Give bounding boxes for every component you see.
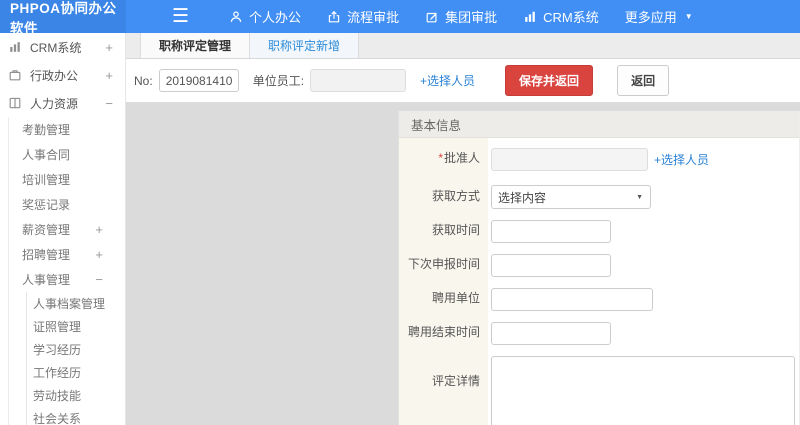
sidebar-item-hr-contract[interactable]: 人事合同	[9, 142, 125, 167]
sidebar-item-rewards[interactable]: 奖惩记录	[9, 192, 125, 217]
employee-input[interactable]	[310, 69, 407, 92]
approver-label: * 批准人	[399, 138, 488, 179]
user-icon	[229, 10, 243, 24]
tab-title-evaluation-management[interactable]: 职称评定管理	[140, 33, 251, 58]
sidebar-item-crm[interactable]: CRM系统 +	[0, 33, 125, 61]
expand-icon[interactable]: +	[95, 247, 103, 262]
collapse-icon[interactable]: −	[105, 96, 113, 111]
evaluation-details-label: 评定详情	[399, 350, 488, 425]
book-icon	[8, 95, 24, 111]
sidebar-item-salary[interactable]: 薪资管理 +	[9, 217, 125, 242]
acquire-method-select[interactable]: 选择内容 ▼	[491, 185, 651, 209]
top-header: PHPOA协同办公软件 ☰ 个人办公 流程审批 集团审批 CRM系统 更多应用 …	[0, 0, 800, 36]
content-background: 基本信息 * 批准人 +选择人员 获取方式 选择内容 ▼ 获取时间 下次申报时间…	[126, 103, 800, 425]
save-and-return-button[interactable]: 保存并返回	[505, 65, 594, 96]
return-button[interactable]: 返回	[617, 65, 670, 96]
sidebar-item-personnel-files[interactable]: 人事档案管理	[27, 292, 125, 315]
evaluation-details-textarea[interactable]	[491, 356, 795, 425]
bar-chart-icon	[523, 10, 537, 24]
no-label: No:	[134, 73, 153, 88]
nav-personal-office[interactable]: 个人办公	[229, 7, 301, 26]
sidebar-item-education[interactable]: 学习经历	[27, 338, 125, 361]
expand-icon[interactable]: +	[105, 68, 113, 83]
form-row-acquire-time: 获取时间	[399, 214, 799, 248]
expand-icon[interactable]: +	[105, 40, 113, 55]
edit-icon	[425, 10, 439, 24]
sidebar-item-attendance[interactable]: 考勤管理	[9, 117, 125, 142]
section-title: 基本信息	[399, 111, 799, 138]
main-area: 职称评定管理 职称评定新增 No: 单位员工: +选择人员 保存并返回 返回 基…	[126, 33, 800, 425]
caret-down-icon: ▼	[684, 11, 693, 21]
employer-label: 聘用单位	[399, 282, 488, 316]
sidebar-item-certificates[interactable]: 证照管理	[27, 315, 125, 338]
nav-group-approval[interactable]: 集团审批	[425, 7, 497, 26]
employee-label: 单位员工:	[252, 74, 305, 88]
basic-info-panel: 基本信息 * 批准人 +选择人员 获取方式 选择内容 ▼ 获取时间 下次申报时间…	[398, 111, 800, 425]
nav-more-apps[interactable]: 更多应用 ▼	[625, 7, 693, 26]
nav-crm-system[interactable]: CRM系统	[523, 7, 599, 26]
expand-icon[interactable]: +	[95, 222, 103, 237]
form-row-next-declare-time: 下次申报时间	[399, 248, 799, 282]
sidebar-item-work-experience[interactable]: 工作经历	[27, 361, 125, 384]
collapse-icon[interactable]: −	[95, 272, 103, 287]
app-window: PHPOA协同办公软件 ☰ 个人办公 流程审批 集团审批 CRM系统 更多应用 …	[0, 0, 800, 425]
workflow-icon	[327, 10, 341, 24]
sidebar-item-social-relations[interactable]: 社会关系	[27, 407, 125, 425]
employer-input[interactable]	[491, 288, 653, 311]
nav-workflow-approval[interactable]: 流程审批	[327, 7, 399, 26]
no-input[interactable]	[158, 69, 239, 92]
acquire-time-input[interactable]	[491, 220, 611, 243]
bar-chart-icon	[8, 39, 24, 55]
form-row-approver: * 批准人 +选择人员	[399, 138, 799, 179]
tab-title-evaluation-new[interactable]: 职称评定新增	[250, 33, 360, 58]
app-logo: PHPOA协同办公软件	[0, 0, 126, 36]
sidebar-submenu-hr: 考勤管理 人事合同 培训管理 奖惩记录 薪资管理 + 招聘管理 + 人事管理 − 人事…	[8, 117, 125, 425]
menu-toggle-icon[interactable]: ☰	[172, 7, 189, 26]
sidebar-item-personnel[interactable]: 人事管理 −	[9, 267, 125, 292]
caret-down-icon: ▼	[636, 193, 643, 201]
required-mark: *	[438, 150, 443, 165]
acquire-time-label: 获取时间	[399, 214, 488, 248]
form-row-evaluation-details: 评定详情	[399, 350, 799, 425]
sidebar-submenu-personnel: 人事档案管理 证照管理 学习经历 工作经历 劳动技能 社会关系	[26, 292, 125, 425]
sidebar-item-training[interactable]: 培训管理	[9, 167, 125, 192]
tab-bar: 职称评定管理 职称评定新增	[126, 33, 800, 59]
sidebar-item-hr[interactable]: 人力资源 −	[0, 89, 125, 117]
sidebar-item-recruit[interactable]: 招聘管理 +	[9, 242, 125, 267]
next-declare-time-input[interactable]	[491, 254, 611, 277]
next-declare-time-label: 下次申报时间	[399, 248, 488, 282]
employment-end-time-label: 聘用结束时间	[399, 316, 488, 350]
toolbar: No: 单位员工: +选择人员 保存并返回 返回	[126, 59, 800, 103]
form-row-employer: 聘用单位	[399, 282, 799, 316]
select-person-link[interactable]: +选择人员	[420, 72, 475, 89]
approver-input[interactable]	[491, 148, 648, 171]
select-person-link-form[interactable]: +选择人员	[654, 151, 709, 168]
top-nav: 个人办公 流程审批 集团审批 CRM系统 更多应用 ▼	[229, 7, 693, 26]
sidebar: CRM系统 + 行政办公 + 人力资源 − 考勤管理 人事合同 培训管理 奖惩记…	[0, 33, 126, 425]
form-row-acquire-method: 获取方式 选择内容 ▼	[399, 179, 799, 214]
form-row-employment-end-time: 聘用结束时间	[399, 316, 799, 350]
acquire-method-label: 获取方式	[399, 179, 488, 214]
employment-end-time-input[interactable]	[491, 322, 611, 345]
briefcase-icon	[8, 67, 24, 83]
sidebar-item-admin-office[interactable]: 行政办公 +	[0, 61, 125, 89]
sidebar-item-labor-skills[interactable]: 劳动技能	[27, 384, 125, 407]
